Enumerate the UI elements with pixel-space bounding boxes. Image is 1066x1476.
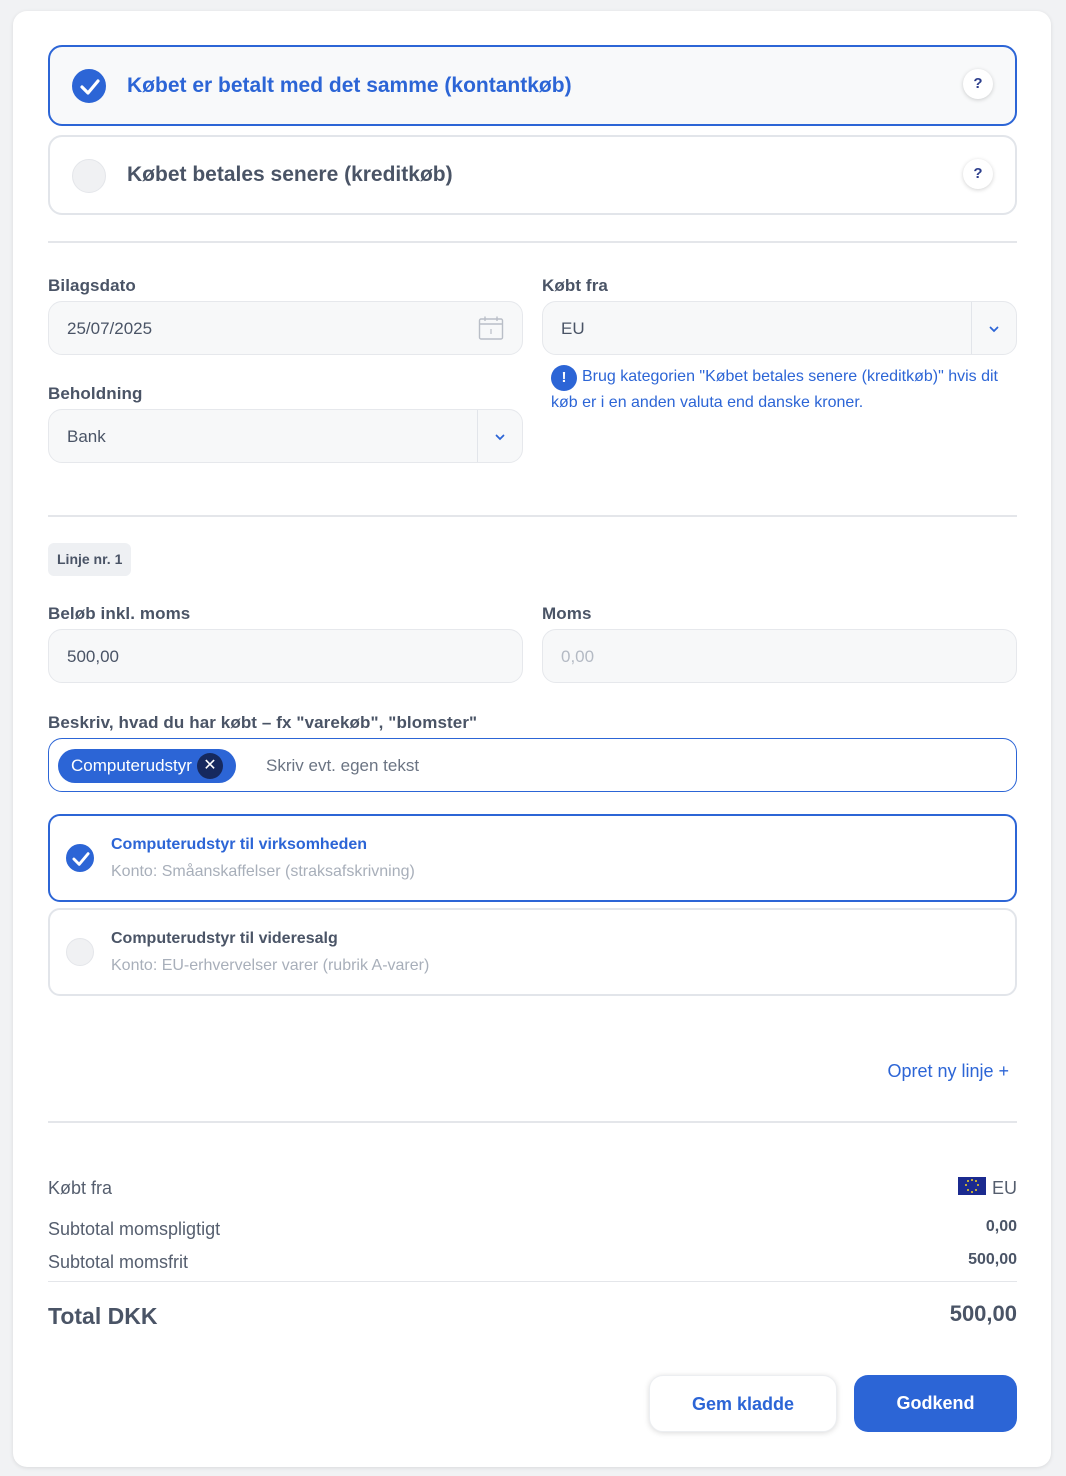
save-draft-button[interactable]: Gem kladde bbox=[649, 1375, 837, 1432]
approve-button[interactable]: Godkend bbox=[854, 1375, 1017, 1432]
koebt-fra-select[interactable]: EU bbox=[542, 301, 1017, 355]
tag-chip-label: Computerudstyr bbox=[71, 756, 192, 775]
account-option-subtitle: Konto: Småanskaffelser (straksafskrivnin… bbox=[111, 863, 415, 880]
subtotal-momspligtigt-label: Subtotal momspligtigt bbox=[48, 1219, 221, 1239]
checked-radio-icon bbox=[72, 69, 106, 103]
account-option-title: Computerudstyr til videresalg bbox=[111, 930, 338, 947]
belob-label: Beløb inkl. moms bbox=[48, 604, 191, 623]
payment-option-credit-label: Købet betales senere (kreditkøb) bbox=[127, 163, 453, 186]
total-label: Total DKK bbox=[48, 1303, 158, 1329]
chevron-down-icon bbox=[989, 326, 999, 333]
checked-radio-icon bbox=[66, 844, 94, 872]
moms-label: Moms bbox=[542, 604, 592, 623]
unchecked-radio-icon bbox=[66, 938, 94, 966]
payment-option-cash[interactable]: Købet er betalt med det samme (kontantkø… bbox=[48, 45, 1017, 126]
tag-input-placeholder[interactable]: Skriv evt. egen tekst bbox=[266, 756, 419, 776]
account-option-title: Computerudstyr til virksomheden bbox=[111, 836, 368, 853]
select-separator bbox=[477, 410, 478, 462]
payment-option-credit[interactable]: Købet betales senere (kreditkøb) ? bbox=[48, 135, 1017, 215]
belob-input[interactable]: 500,00 bbox=[48, 629, 523, 683]
unchecked-radio-icon bbox=[72, 159, 106, 193]
subtotal-momsfrit-value: 500,00 bbox=[968, 1251, 1017, 1268]
account-option-resale[interactable]: Computerudstyr til videresalg Konto: EU-… bbox=[48, 908, 1017, 996]
remove-tag-icon[interactable]: ✕ bbox=[196, 753, 223, 779]
describe-tag-input[interactable]: Computerudstyr ✕ Skriv evt. egen tekst bbox=[48, 738, 1017, 792]
eu-flag-icon bbox=[958, 1177, 986, 1195]
bilagsdato-input[interactable]: 25/07/2025 bbox=[48, 301, 523, 355]
total-value: 500,00 bbox=[949, 1301, 1017, 1326]
koebt-fra-label: Købt fra bbox=[542, 276, 608, 295]
help-icon[interactable]: ? bbox=[963, 69, 993, 99]
chevron-down-icon bbox=[495, 434, 505, 441]
summary-koebt-fra-label: Købt fra bbox=[48, 1178, 113, 1198]
subtotal-momspligtigt-value: 0,00 bbox=[985, 1218, 1017, 1235]
calendar-icon[interactable] bbox=[478, 315, 504, 341]
beholdning-value: Bank bbox=[67, 427, 106, 446]
moms-value: 0,00 bbox=[561, 647, 595, 666]
summary-divider bbox=[48, 1281, 1017, 1282]
belob-value: 500,00 bbox=[67, 647, 119, 666]
account-option-business[interactable]: Computerudstyr til virksomheden Konto: S… bbox=[48, 814, 1017, 902]
tag-chip[interactable]: Computerudstyr ✕ bbox=[58, 749, 236, 783]
line-number-badge: Linje nr. 1 bbox=[48, 543, 132, 576]
section-divider bbox=[48, 515, 1017, 517]
subtotal-momsfrit-label: Subtotal momsfrit bbox=[48, 1252, 189, 1272]
moms-input[interactable]: 0,00 bbox=[542, 629, 1017, 683]
bilagsdato-label: Bilagsdato bbox=[48, 276, 136, 295]
section-divider bbox=[48, 1121, 1017, 1123]
help-icon[interactable]: ? bbox=[963, 159, 993, 189]
select-separator bbox=[971, 302, 972, 354]
bilagsdato-value: 25/07/2025 bbox=[67, 319, 153, 338]
beholdning-label: Beholdning bbox=[48, 384, 143, 403]
new-line-link[interactable]: Opret ny linje + bbox=[887, 1061, 1009, 1082]
purchase-form-card: Købet er betalt med det samme (kontantkø… bbox=[13, 11, 1051, 1467]
account-option-subtitle: Konto: EU-erhvervelser varer (rubrik A-v… bbox=[111, 957, 430, 974]
currency-info-text: Brug kategorien "Købet betales senere (k… bbox=[551, 368, 998, 411]
section-divider bbox=[48, 241, 1017, 243]
summary-koebt-fra-value: EU bbox=[991, 1178, 1017, 1198]
beholdning-select[interactable]: Bank bbox=[48, 409, 523, 463]
payment-option-cash-label: Købet er betalt med det samme (kontantkø… bbox=[127, 74, 572, 97]
describe-label: Beskriv, hvad du har købt – fx "varekøb"… bbox=[48, 713, 478, 732]
koebt-fra-value: EU bbox=[561, 319, 585, 338]
